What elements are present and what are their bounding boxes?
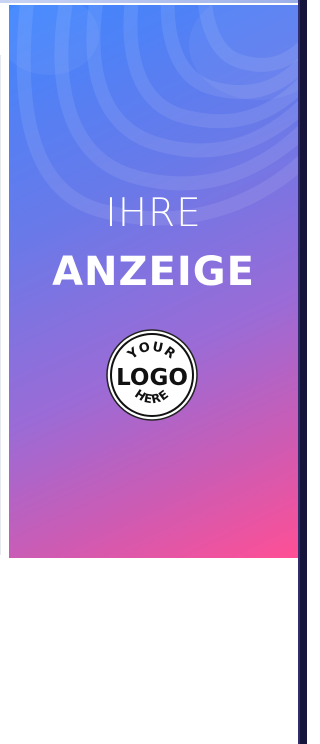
your-logo-here-badge: YOUR LOGO HERE	[106, 329, 198, 421]
top-accent-bar	[0, 0, 307, 3]
logo-text-center: LOGO	[116, 365, 188, 391]
ad-title-bold: ANZEIGE	[52, 249, 255, 295]
left-divider	[0, 55, 1, 555]
page: IHRE ANZEIGE YOUR LOGO HERE	[0, 0, 307, 744]
ad-title-light: IHRE	[105, 191, 202, 236]
right-edge-bar	[298, 0, 307, 744]
ad-banner[interactable]: IHRE ANZEIGE YOUR LOGO HERE	[9, 5, 298, 558]
